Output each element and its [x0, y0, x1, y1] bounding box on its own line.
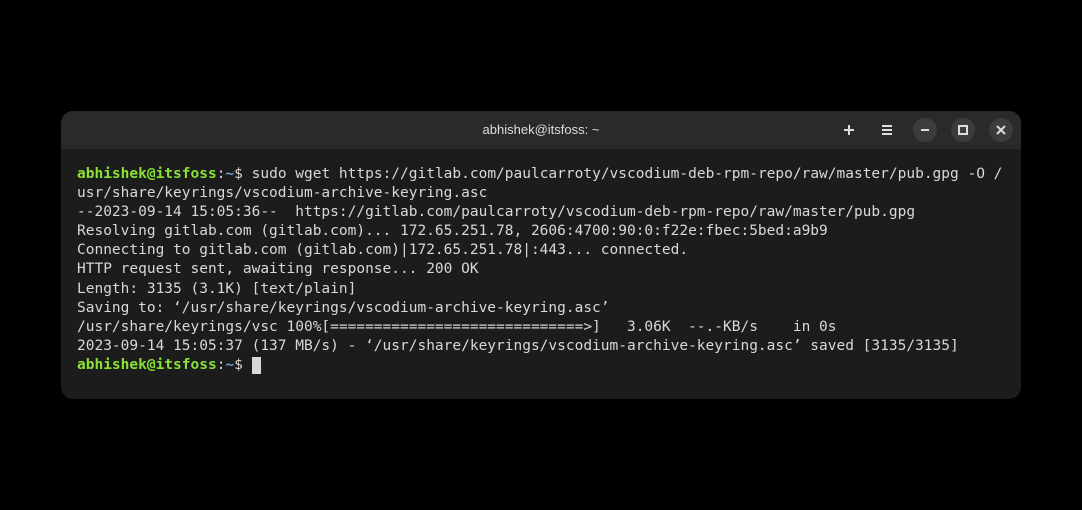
titlebar: abhishek@itsfoss: ~ — [61, 111, 1021, 149]
prompt-user-host: abhishek@itsfoss — [77, 357, 217, 373]
terminal-body[interactable]: abhishek@itsfoss:~$ sudo wget https://gi… — [61, 149, 1021, 399]
hamburger-icon — [881, 124, 893, 136]
terminal-window: abhishek@itsfoss: ~ abhishek@itsfoss:~$ … — [61, 111, 1021, 399]
prompt-dollar: $ — [234, 166, 243, 182]
output-line: 2023-09-14 15:05:37 (137 MB/s) - ‘/usr/s… — [77, 337, 1005, 356]
maximize-button[interactable] — [951, 118, 975, 142]
cursor — [252, 357, 261, 374]
output-line: Connecting to gitlab.com (gitlab.com)|17… — [77, 241, 1005, 260]
output-line: Resolving gitlab.com (gitlab.com)... 172… — [77, 222, 1005, 241]
close-button[interactable] — [989, 118, 1013, 142]
prompt-path: ~ — [225, 166, 234, 182]
output-line: HTTP request sent, awaiting response... … — [77, 260, 1005, 279]
plus-icon — [843, 124, 855, 136]
prompt-path: ~ — [225, 357, 234, 373]
window-title: abhishek@itsfoss: ~ — [483, 122, 600, 137]
prompt-line-1: abhishek@itsfoss:~$ sudo wget https://gi… — [77, 165, 1005, 203]
output-progress-line: /usr/share/keyrings/vsc 100%[===========… — [77, 318, 1005, 337]
close-icon — [995, 124, 1007, 136]
output-line: --2023-09-14 15:05:36-- https://gitlab.c… — [77, 203, 1005, 222]
prompt-dollar: $ — [234, 357, 243, 373]
maximize-icon — [957, 124, 969, 136]
prompt-line-2: abhishek@itsfoss:~$ — [77, 356, 1005, 375]
output-line: Saving to: ‘/usr/share/keyrings/vscodium… — [77, 299, 1005, 318]
new-tab-button[interactable] — [837, 118, 861, 142]
output-line: Length: 3135 (3.1K) [text/plain] — [77, 280, 1005, 299]
minimize-button[interactable] — [913, 118, 937, 142]
minimize-icon — [919, 124, 931, 136]
menu-button[interactable] — [875, 118, 899, 142]
window-controls — [837, 118, 1013, 142]
prompt-user-host: abhishek@itsfoss — [77, 166, 217, 182]
